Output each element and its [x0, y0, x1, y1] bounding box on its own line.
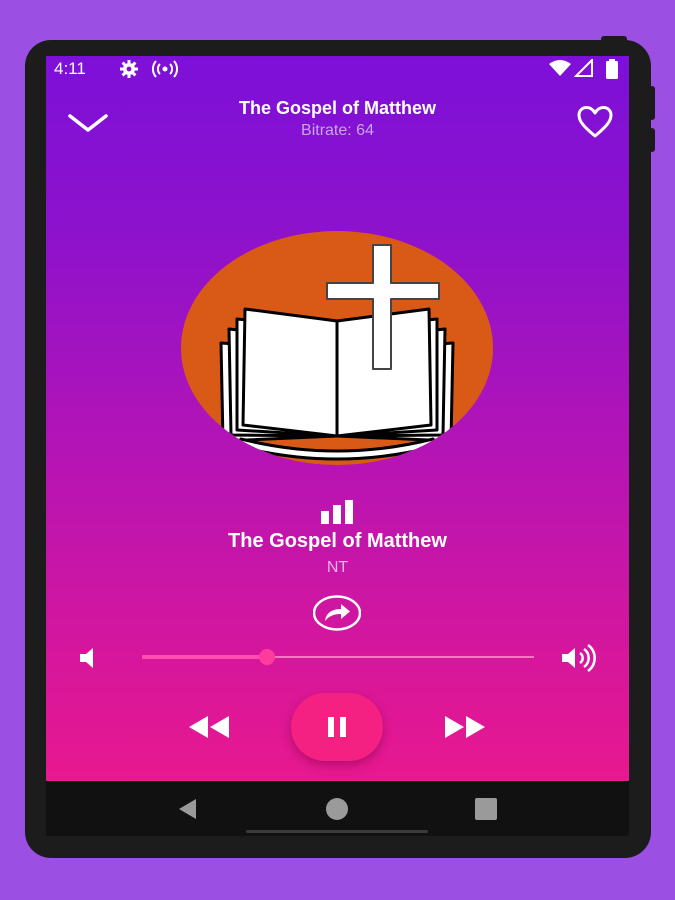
- nav-back-icon[interactable]: [174, 795, 202, 823]
- nav-home-icon[interactable]: [323, 795, 351, 823]
- bitrate-label: Bitrate: 64: [301, 122, 374, 139]
- track-title: The Gospel of Matthew: [228, 530, 447, 552]
- fast-forward-icon[interactable]: [442, 710, 488, 744]
- heart-outline-icon[interactable]: [575, 104, 615, 140]
- battery-icon: [606, 59, 618, 79]
- volume-button: [649, 86, 655, 120]
- header: The Gospel of Matthew Bitrate: 64: [46, 84, 629, 154]
- rewind-icon[interactable]: [186, 710, 232, 744]
- status-bar: 4:11: [46, 56, 629, 82]
- volume-low-icon[interactable]: [78, 646, 100, 670]
- volume-fill: [142, 655, 268, 659]
- pause-icon: [328, 717, 346, 737]
- player-screen: 4:11 The Gospel of Matthew Bitrate: 64 T…: [46, 56, 629, 781]
- page-title: The Gospel of Matthew: [238, 98, 436, 118]
- signal-icon: [574, 59, 593, 77]
- volume-thumb[interactable]: [259, 649, 276, 665]
- share-icon[interactable]: [313, 595, 361, 631]
- pause-button[interactable]: [291, 693, 383, 761]
- volume-button: [649, 128, 655, 152]
- power-button: [601, 36, 627, 42]
- settings-icon: [120, 60, 138, 78]
- system-nav-bar: [46, 781, 629, 836]
- status-time: 4:11: [54, 59, 86, 78]
- track-subtitle: NT: [326, 559, 349, 576]
- home-indicator: [246, 830, 428, 833]
- nav-recents-icon[interactable]: [472, 795, 500, 823]
- broadcast-icon: [152, 60, 178, 78]
- wifi-icon: [549, 60, 571, 76]
- volume-slider[interactable]: [142, 644, 534, 670]
- volume-high-icon[interactable]: [560, 644, 600, 672]
- bible-cross-icon: [181, 231, 493, 465]
- equalizer-icon: [321, 500, 353, 524]
